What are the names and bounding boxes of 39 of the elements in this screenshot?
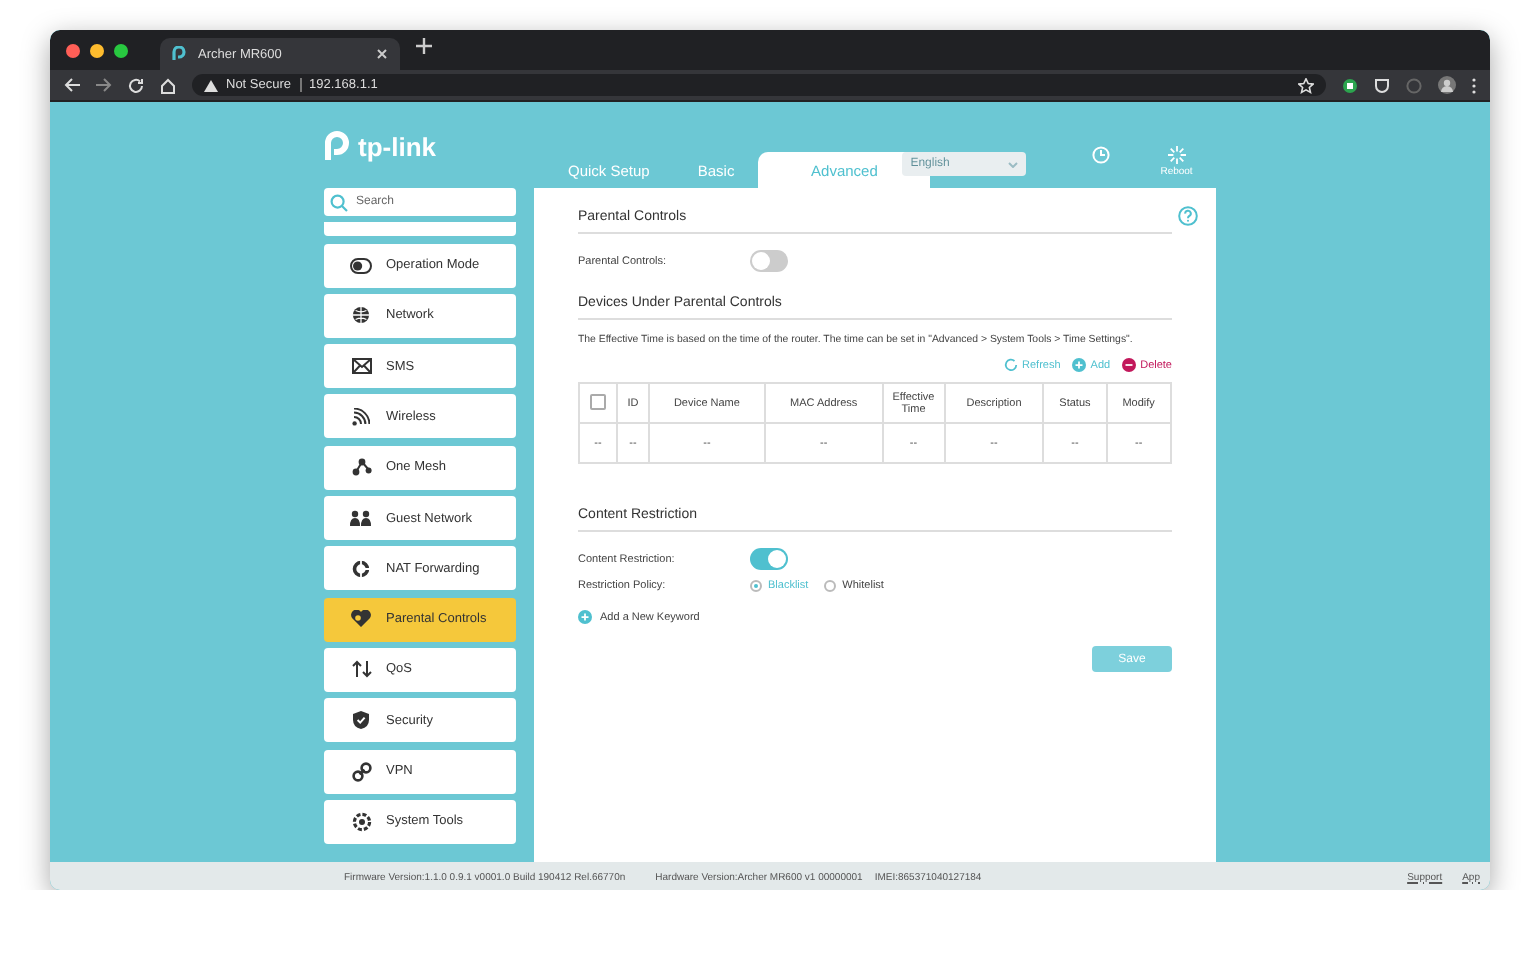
radio-button[interactable] xyxy=(824,580,837,592)
star-icon[interactable] xyxy=(1298,77,1314,93)
minus-circle-icon xyxy=(1122,358,1137,372)
tp-link-logo: tp-link xyxy=(322,130,482,162)
envelope-icon xyxy=(350,358,372,375)
close-window-icon[interactable] xyxy=(66,43,80,57)
toggle-switch[interactable] xyxy=(750,250,788,272)
forward-icon[interactable] xyxy=(96,78,112,92)
heart-icon xyxy=(350,610,372,629)
nodes-icon xyxy=(350,458,372,477)
signal-icon xyxy=(350,407,372,426)
toggle-icon xyxy=(350,257,372,274)
ring-icon xyxy=(350,559,372,578)
reload-icon[interactable] xyxy=(128,77,144,93)
caret-icon xyxy=(1008,161,1019,167)
arrows-icon xyxy=(350,660,372,679)
close-tab-icon[interactable] xyxy=(376,48,388,60)
radio-button[interactable] xyxy=(750,580,762,592)
toggle-switch[interactable] xyxy=(750,548,788,570)
search-icon xyxy=(330,193,348,211)
shield-icon xyxy=(350,710,372,731)
globe-icon xyxy=(350,306,372,325)
back-icon[interactable] xyxy=(64,78,80,92)
avatar-icon[interactable] xyxy=(1438,76,1456,94)
minimize-window-icon[interactable] xyxy=(90,43,104,57)
warning-icon xyxy=(204,79,218,91)
link-icon xyxy=(350,761,372,782)
home-icon[interactable] xyxy=(160,77,176,93)
pocket-icon[interactable] xyxy=(1374,77,1390,93)
new-tab-icon[interactable] xyxy=(416,38,432,54)
extension-icon[interactable] xyxy=(1342,77,1358,93)
tp-link-favicon-icon xyxy=(172,46,188,62)
checkbox[interactable] xyxy=(590,393,606,409)
gear-icon xyxy=(350,811,372,832)
refresh-icon xyxy=(1004,358,1019,372)
people-icon xyxy=(350,510,372,527)
sun-icon xyxy=(1167,146,1186,164)
maximize-window-icon[interactable] xyxy=(114,43,128,57)
plus-circle-icon xyxy=(1072,358,1087,372)
